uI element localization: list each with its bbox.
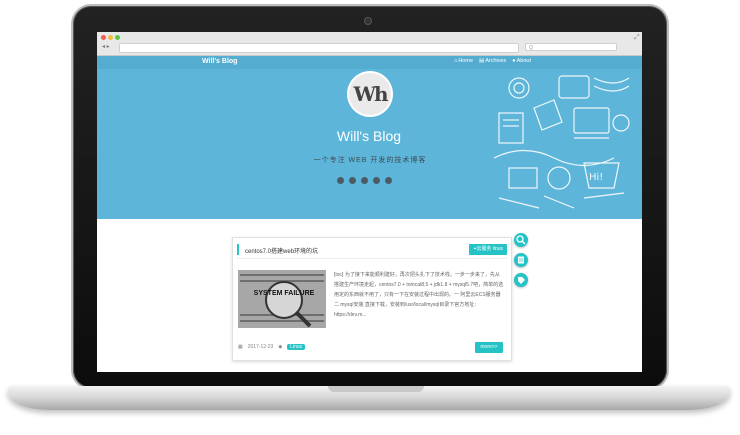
blog-title: Will's Blog	[336, 128, 402, 144]
search-icon	[516, 235, 526, 245]
brand-link[interactable]: Will's Blog	[202, 58, 237, 65]
svg-text:Hi!: Hi!	[589, 172, 603, 183]
nav-home[interactable]: ⌂ Home	[454, 58, 473, 64]
screen: ◂ ▸ Q ⤢ Will's Blog ⌂ Home ▤ Archives ● Abo…	[97, 32, 642, 372]
camera	[365, 18, 371, 24]
nav-archives[interactable]: ▤ Archives	[479, 58, 506, 64]
thumbnail-text: SYSTEM FAILURE	[254, 290, 315, 297]
browser-search-box[interactable]: Q	[525, 43, 617, 51]
laptop-base	[8, 386, 730, 410]
close-window-button[interactable]	[101, 35, 106, 40]
title-accent-bar	[237, 244, 239, 255]
post-card-header: centos7.0搭建web环境的坑 ⌖云服务 linux	[237, 241, 507, 259]
laptop-notch	[328, 386, 424, 392]
post-thumbnail[interactable]: SYSTEM FAILURE	[238, 270, 326, 328]
archive-icon: ▤	[479, 58, 485, 64]
weibo-icon[interactable]	[361, 177, 368, 184]
post-category-badge[interactable]: ⌖云服务 linux	[469, 244, 507, 255]
back-forward-icon[interactable]: ◂ ▸	[102, 43, 110, 50]
doodle-illustration: Hi!	[493, 75, 630, 209]
post-meta: ▦ 2017-12-23 ◆ Linux	[238, 344, 306, 350]
nav-home-label: Home	[458, 58, 473, 64]
blog-tagline: 一个专注 WEB 开发的技术博客	[313, 157, 427, 164]
blog-header: Will's Blog ⌂ Home ▤ Archives ● About Wh Wi…	[97, 56, 642, 219]
post-title[interactable]: centos7.0搭建web环境的坑	[245, 246, 318, 255]
home-icon: ⌂	[454, 58, 458, 64]
nav-about[interactable]: ● About	[512, 58, 531, 64]
social-links	[337, 177, 392, 184]
calendar-icon: ▦	[238, 344, 243, 350]
post-category-label: 云服务 linux	[476, 246, 503, 252]
nav-menu: ⌂ Home ▤ Archives ● About	[454, 58, 531, 64]
browser-chrome: ◂ ▸ Q ⤢	[97, 32, 642, 56]
search-button[interactable]	[514, 233, 528, 247]
minimize-window-button[interactable]	[108, 35, 113, 40]
tag-icon	[518, 277, 525, 284]
archive-button[interactable]	[514, 253, 528, 267]
post-excerpt: [toc] 为了接下来能顺利建好，再次把头扎下了技术栈，一步一步来了，先从搭建生…	[334, 272, 504, 318]
tag-icon: ◆	[278, 344, 283, 350]
read-more-button[interactable]: more>>	[475, 342, 503, 353]
avatar[interactable]: Wh	[349, 73, 391, 115]
nav-about-label: About	[516, 58, 531, 64]
tags-button[interactable]	[514, 273, 528, 287]
home-icon[interactable]	[337, 177, 344, 184]
user-icon: ●	[512, 58, 516, 64]
fullscreen-icon[interactable]: ⤢	[634, 34, 640, 42]
github-icon[interactable]	[349, 177, 356, 184]
post-date: 2017-12-23	[247, 344, 274, 350]
nav-archives-label: Archives	[485, 58, 507, 64]
book-icon	[518, 256, 524, 264]
address-bar[interactable]	[119, 43, 519, 53]
post-card[interactable]: centos7.0搭建web环境的坑 ⌖云服务 linux SYSTEM FAI…	[232, 237, 512, 361]
post-tag[interactable]: Linux	[287, 344, 306, 350]
qq-icon[interactable]	[373, 177, 380, 184]
wechat-icon[interactable]	[385, 177, 392, 184]
maximize-window-button[interactable]	[115, 35, 120, 40]
